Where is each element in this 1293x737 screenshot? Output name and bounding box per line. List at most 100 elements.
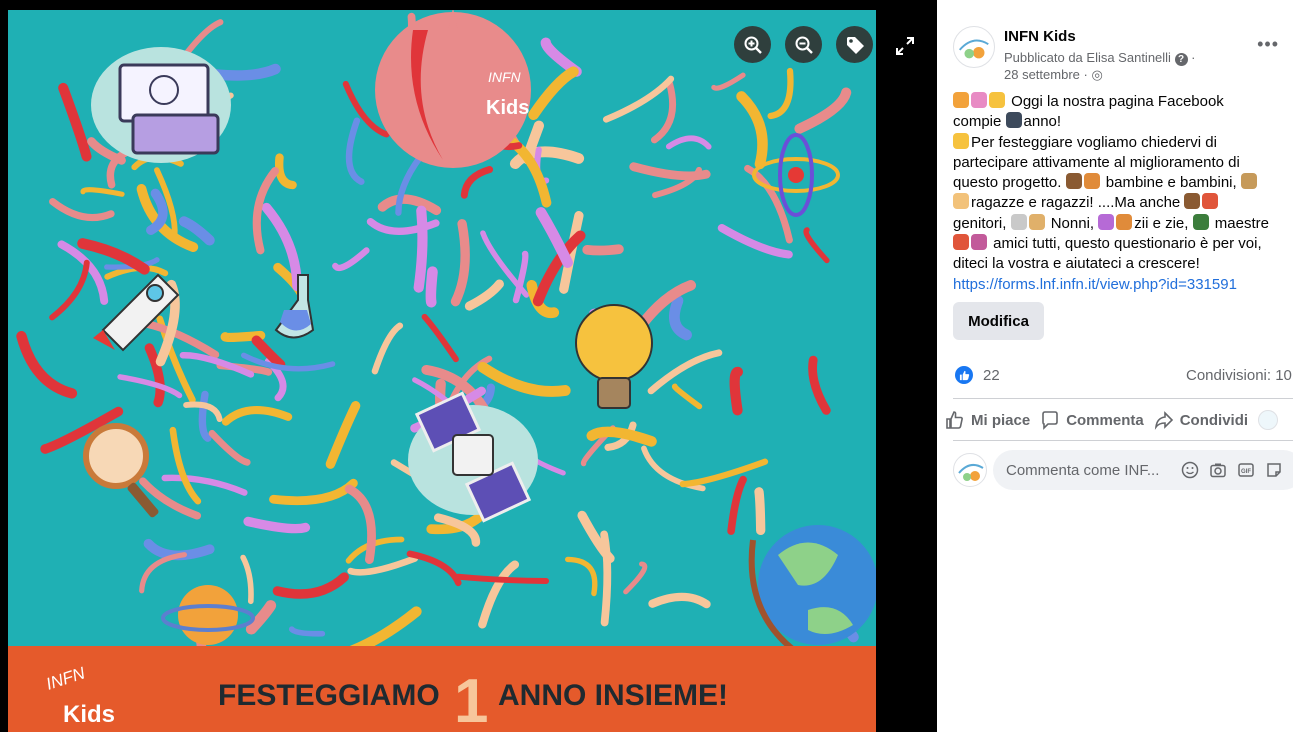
emoji-icon[interactable]	[1181, 461, 1199, 479]
post-text-line: diteci la vostra e aiutateci a crescere!	[953, 255, 1200, 273]
tag-button[interactable]	[836, 26, 873, 63]
post-text-line: Nonni,	[1050, 214, 1095, 232]
comment-composer: Commenta come INF... GIF	[953, 450, 1293, 490]
thumbs-up-icon	[946, 411, 963, 429]
poster-logo-bottom: Kids	[63, 701, 115, 728]
keycap-one-emoji	[1005, 112, 1022, 129]
boy-emoji	[1083, 173, 1100, 190]
divider	[953, 398, 1293, 399]
post-line: partecipare attivamente al miglioramento…	[953, 153, 1293, 173]
zoom-out-button[interactable]	[785, 26, 822, 63]
svg-text:Kids: Kids	[486, 97, 529, 119]
post-text-line: maestre	[1214, 214, 1269, 232]
confetti-emoji	[971, 92, 987, 108]
raised-hands-emoji	[953, 132, 969, 149]
comment-avatar[interactable]	[953, 453, 987, 487]
comment-button[interactable]: Commenta	[1040, 410, 1144, 430]
tag-icon	[846, 36, 864, 54]
svg-text:INFN: INFN	[488, 69, 522, 85]
post-line: compie anno!	[953, 112, 1293, 132]
confetti-streamer	[413, 205, 428, 293]
post-line: amici tutti, questo questionario è per v…	[953, 234, 1293, 254]
globe-icon: ◎	[1091, 67, 1103, 82]
page-avatar[interactable]	[953, 26, 995, 68]
post-photo[interactable]: INFN Kids FESTEGGIAMO 1 ANNO INSIEME! IN…	[8, 8, 878, 736]
girl-emoji	[953, 193, 969, 210]
photo-viewer: INFN Kids FESTEGGIAMO 1 ANNO INSIEME! IN…	[0, 0, 937, 736]
post-text-line: anno!	[1023, 113, 1062, 131]
help-icon: ?	[1174, 53, 1188, 66]
post-text-line: compie	[953, 113, 1002, 131]
share-icon	[1154, 411, 1173, 430]
zoom-in-icon	[744, 36, 762, 54]
post-line: Per festeggiare vogliamo chiedervi di	[953, 132, 1293, 153]
comment-icon	[1042, 411, 1058, 430]
posted-by-text[interactable]: Pubblicato da Elisa Santinelli	[1004, 50, 1171, 65]
like-label: Mi piace	[971, 411, 1031, 429]
post-text-line: Oggi la nostra pagina Facebook	[1011, 93, 1224, 110]
viewer-toolbar	[734, 26, 873, 63]
page-name[interactable]: INFN Kids	[1004, 28, 1076, 45]
banner-number: 1	[454, 667, 488, 732]
infn-kids-logo-icon	[958, 463, 984, 481]
edit-button[interactable]: Modifica	[953, 302, 1044, 340]
expand-button[interactable]	[893, 34, 917, 58]
divider	[953, 440, 1293, 441]
children-emoji	[971, 234, 987, 251]
survey-link[interactable]: https://forms.lnf.infn.it/view.php?id=33…	[953, 276, 1237, 293]
post-date: 28 settembre · ◎	[1004, 67, 1103, 82]
post-text-line: questo progetto.	[953, 174, 1062, 192]
post-line: https://forms.lnf.infn.it/view.php?id=33…	[953, 275, 1293, 295]
posted-by: Pubblicato da Elisa Santinelli ? ·	[1004, 50, 1196, 66]
banner-text-left: FESTEGGIAMO	[218, 679, 440, 712]
sticker-icon[interactable]	[1265, 461, 1283, 479]
share-button[interactable]: Condividi	[1154, 410, 1248, 430]
party-popper-emoji	[953, 92, 969, 108]
woman-emoji	[1098, 213, 1115, 230]
zoom-in-button[interactable]	[734, 26, 771, 63]
like-button[interactable]: Mi piace	[945, 410, 1030, 430]
post-line: questo progetto. bambine e bambini,	[953, 173, 1293, 193]
post-line: diteci la vostra e aiutateci a crescere!	[953, 254, 1293, 274]
post-text-line: bambine e bambini,	[1105, 174, 1237, 192]
party-face-emoji	[989, 92, 1005, 108]
banner-text-right: ANNO INSIEME!	[498, 679, 728, 712]
post-panel: INFN Kids Pubblicato da Elisa Santinelli…	[937, 0, 1293, 732]
boy-emoji	[1240, 173, 1257, 190]
post-line: genitori, Nonni, zii e zie, maestre	[953, 213, 1293, 234]
like-count[interactable]: 22	[983, 367, 1000, 384]
svg-text:GIF: GIF	[1241, 469, 1251, 475]
infn-kids-logo-icon	[958, 39, 989, 59]
post-actions: Mi piace Commenta Condividi	[945, 404, 1293, 436]
more-options-button[interactable]: •••	[1257, 34, 1279, 55]
comment-input[interactable]: Commenta come INF... GIF	[993, 450, 1293, 490]
post-text-line: Per festeggiare vogliamo chiedervi di	[971, 133, 1217, 151]
post-text-line: genitori,	[953, 214, 1007, 232]
old-woman-emoji	[1010, 213, 1027, 230]
man-emoji	[1202, 193, 1219, 210]
post-date-text[interactable]: 28 settembre	[1004, 67, 1080, 82]
woman-emoji	[1184, 193, 1201, 210]
comment-label: Commenta	[1066, 411, 1144, 429]
post-body: Oggi la nostra pagina Facebook compie an…	[953, 92, 1293, 295]
post-text-line: ragazze e ragazzi! ....Ma anche	[971, 194, 1181, 212]
post-header: INFN Kids Pubblicato da Elisa Santinelli…	[953, 26, 1283, 86]
post-text-line: zii e zie,	[1134, 214, 1189, 232]
comment-placeholder: Commenta come INF...	[1006, 461, 1160, 479]
like-reaction-icon[interactable]	[955, 366, 973, 384]
girl-emoji	[1065, 173, 1082, 190]
post-line: ragazze e ragazzi! ....Ma anche	[953, 193, 1293, 213]
confetti-streamer	[754, 487, 766, 536]
gif-icon[interactable]: GIF	[1237, 461, 1255, 479]
man-emoji	[1116, 213, 1133, 230]
post-text-line: partecipare attivamente al miglioramento…	[953, 153, 1240, 171]
confetti-streamer	[425, 266, 438, 308]
page-switcher-avatar[interactable]	[1258, 410, 1279, 430]
confetti-streamer	[600, 530, 612, 627]
post-line: Oggi la nostra pagina Facebook	[953, 92, 1293, 112]
old-man-emoji	[1028, 213, 1045, 230]
share-count[interactable]: Condivisioni: 10	[1186, 367, 1292, 384]
teacher-emoji	[1192, 213, 1209, 230]
confetti-streamer	[729, 366, 743, 416]
camera-icon[interactable]	[1209, 461, 1227, 479]
